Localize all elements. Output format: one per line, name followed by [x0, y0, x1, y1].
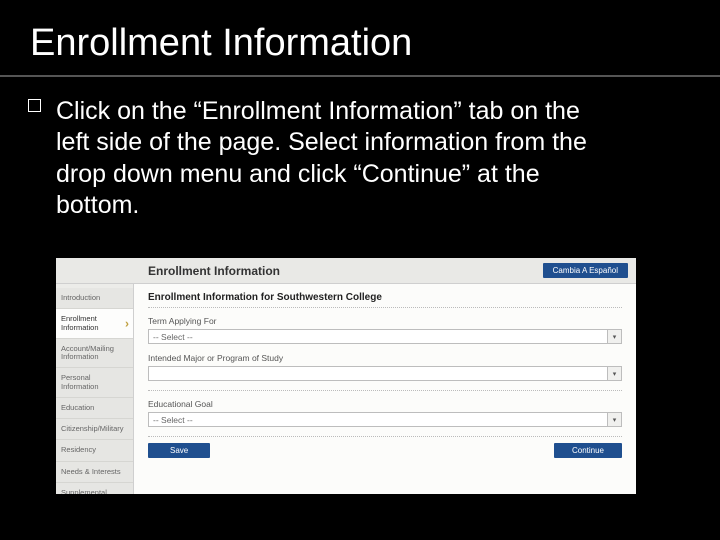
main-panel: Enrollment Information for Southwestern … — [134, 284, 636, 494]
goal-label: Educational Goal — [148, 399, 622, 409]
term-select[interactable]: -- Select -- ▾ — [148, 329, 622, 344]
sidebar-item-enrollment-info[interactable]: Enrollment Information — [56, 309, 133, 339]
sidebar-item-supplemental[interactable]: Supplemental Questions — [56, 483, 133, 494]
sidebar-item-introduction[interactable]: Introduction — [56, 288, 133, 309]
sidebar-item-education[interactable]: Education — [56, 398, 133, 419]
section-heading: Enrollment Information for Southwestern … — [148, 292, 622, 308]
sidebar-item-needs-interests[interactable]: Needs & Interests — [56, 462, 133, 483]
continue-button[interactable]: Continue — [554, 443, 622, 458]
embedded-screenshot: Enrollment Information Cambia A Español … — [56, 258, 636, 494]
save-button[interactable]: Save — [148, 443, 210, 458]
sidebar: Introduction Enrollment Information Acco… — [56, 284, 134, 494]
sidebar-item-citizenship-military[interactable]: Citizenship/Military — [56, 419, 133, 440]
term-label: Term Applying For — [148, 316, 622, 326]
screenshot-header-title: Enrollment Information — [148, 264, 280, 278]
slide-title: Enrollment Information — [30, 22, 412, 65]
slide-body: Click on the “Enrollment Information” ta… — [56, 96, 616, 221]
bullet-icon — [28, 99, 41, 112]
slide: Enrollment Information Click on the “Enr… — [0, 0, 720, 540]
button-row: Save Continue — [148, 436, 622, 458]
sidebar-item-account-mailing[interactable]: Account/Mailing Information — [56, 339, 133, 369]
section-divider — [148, 390, 622, 391]
major-select[interactable]: ▾ — [148, 366, 622, 381]
term-select-value: -- Select -- — [149, 332, 193, 342]
language-toggle-button[interactable]: Cambia A Español — [543, 263, 628, 278]
goal-select[interactable]: -- Select -- ▾ — [148, 412, 622, 427]
screenshot-header: Enrollment Information Cambia A Español — [56, 258, 636, 284]
sidebar-item-personal-info[interactable]: Personal Information — [56, 368, 133, 398]
chevron-down-icon: ▾ — [607, 330, 621, 343]
chevron-down-icon: ▾ — [607, 367, 621, 380]
goal-select-value: -- Select -- — [149, 415, 193, 425]
major-label: Intended Major or Program of Study — [148, 353, 622, 363]
divider — [0, 75, 720, 77]
chevron-down-icon: ▾ — [607, 413, 621, 426]
sidebar-item-residency[interactable]: Residency — [56, 440, 133, 461]
